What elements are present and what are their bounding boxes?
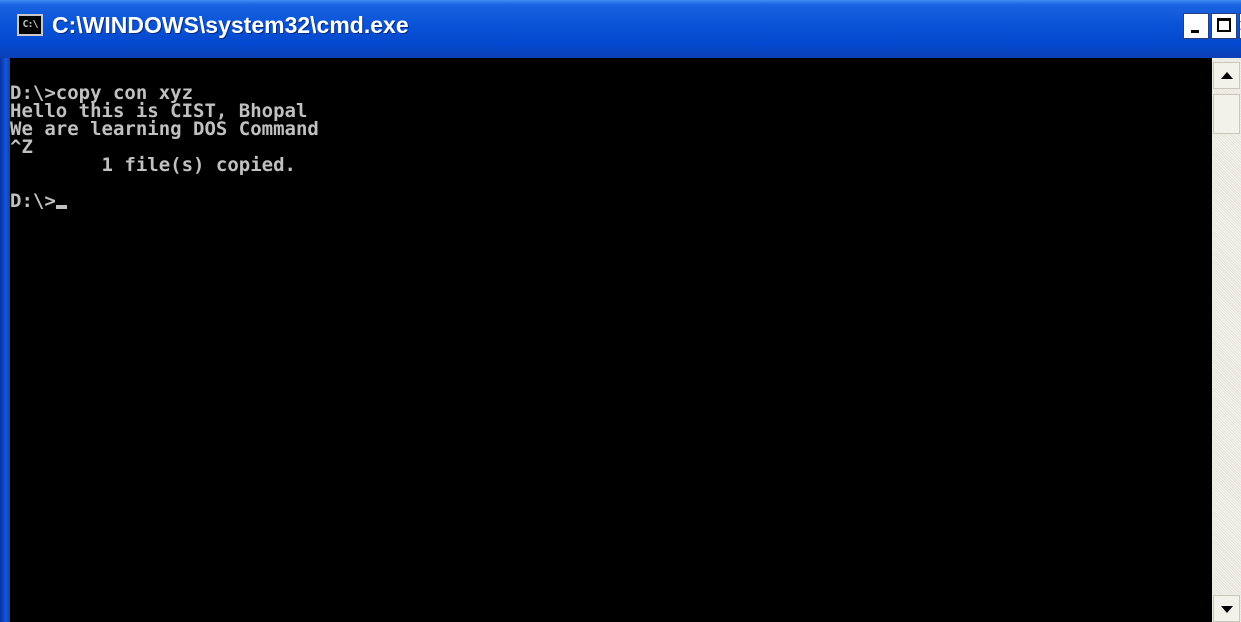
scrollbar-thumb[interactable] [1213,94,1240,134]
minimize-button[interactable] [1183,13,1209,39]
vertical-scrollbar[interactable] [1212,58,1241,622]
console-output[interactable]: D:\>copy con xyz Hello this is CIST, Bhop… [10,58,1212,622]
title-buttons: × [1183,13,1241,39]
arrow-down-icon [1221,606,1233,613]
window-title: C:\WINDOWS\system32\cmd.exe [52,12,409,38]
text-cursor [55,205,67,209]
arrow-up-icon [1221,72,1233,79]
minimize-icon [1191,30,1199,33]
title-bar[interactable]: C:\ C:\WINDOWS\system32\cmd.exe × [0,0,1241,58]
window-frame-left [0,58,10,622]
maximize-button[interactable] [1211,13,1237,39]
cmd-app-icon[interactable]: C:\ [17,14,43,36]
console-line: We are learning DOS Command [10,118,319,140]
maximize-icon [1217,18,1231,32]
console-line: 1 file(s) copied. [10,154,296,176]
prompt-line[interactable]: D:\> [10,190,319,212]
cmd-window: C:\ C:\WINDOWS\system32\cmd.exe × D:\>co… [0,0,1241,622]
console-text: D:\>copy con xyz Hello this is CIST, Bhop… [10,84,319,212]
console-prompt: D:\> [10,190,56,212]
scroll-down-button[interactable] [1213,595,1240,622]
scroll-up-button[interactable] [1213,62,1240,89]
